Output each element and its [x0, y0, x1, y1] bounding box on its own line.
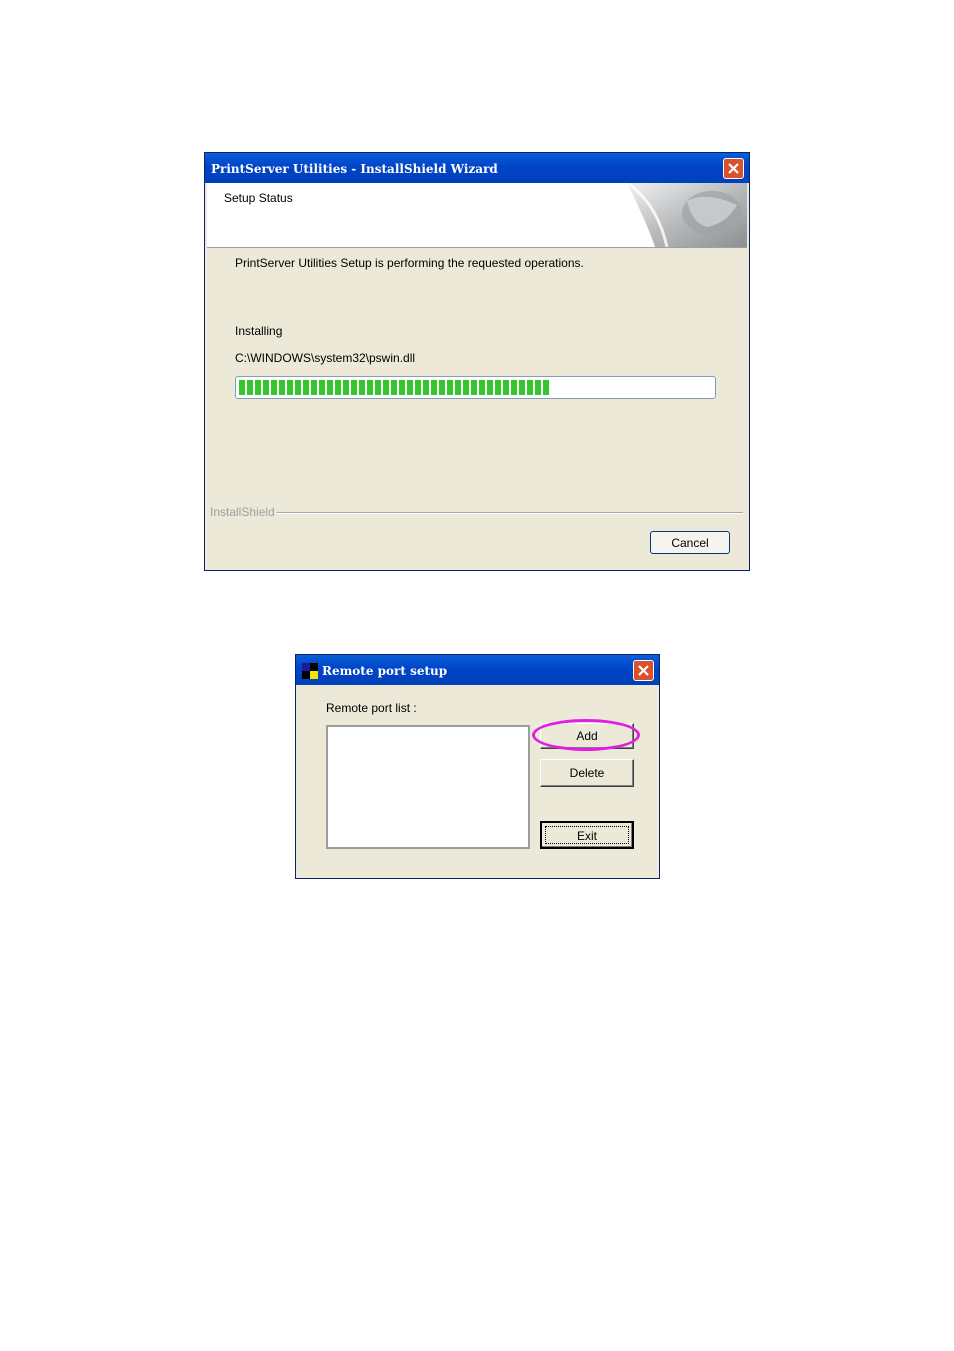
installshield-wizard-window: PrintServer Utilities - InstallShield Wi…: [204, 152, 750, 571]
app-icon: [302, 663, 318, 679]
cancel-button[interactable]: Cancel: [650, 531, 730, 554]
wizard-message: PrintServer Utilities Setup is performin…: [235, 256, 584, 270]
remote-port-list-label: Remote port list :: [326, 701, 417, 715]
wizard-header: Setup Status: [207, 183, 747, 248]
install-file-path: C:\WINDOWS\system32\pswin.dll: [235, 351, 416, 365]
delete-button[interactable]: Delete: [540, 759, 634, 787]
remote-title: Remote port setup: [322, 664, 448, 678]
brand-divider: [277, 512, 743, 514]
remote-port-setup-window: Remote port setup Remote port list : Add…: [295, 654, 660, 879]
installshield-brand: InstallShield: [210, 505, 275, 519]
wizard-title: PrintServer Utilities - InstallShield Wi…: [211, 162, 498, 176]
close-icon[interactable]: [723, 158, 744, 179]
install-status: Installing: [235, 324, 283, 338]
exit-button[interactable]: Exit: [540, 821, 634, 849]
install-progress-bar: [235, 376, 716, 399]
add-button[interactable]: Add: [540, 723, 634, 749]
close-icon[interactable]: [633, 660, 654, 681]
setup-status-title: Setup Status: [224, 191, 293, 205]
wizard-graphic: [627, 183, 747, 247]
wizard-titlebar[interactable]: PrintServer Utilities - InstallShield Wi…: [205, 153, 749, 183]
exit-button-label: Exit: [576, 829, 597, 843]
progress-fill: [239, 380, 551, 395]
remote-titlebar[interactable]: Remote port setup: [296, 655, 659, 685]
remote-port-listbox[interactable]: [326, 725, 530, 849]
